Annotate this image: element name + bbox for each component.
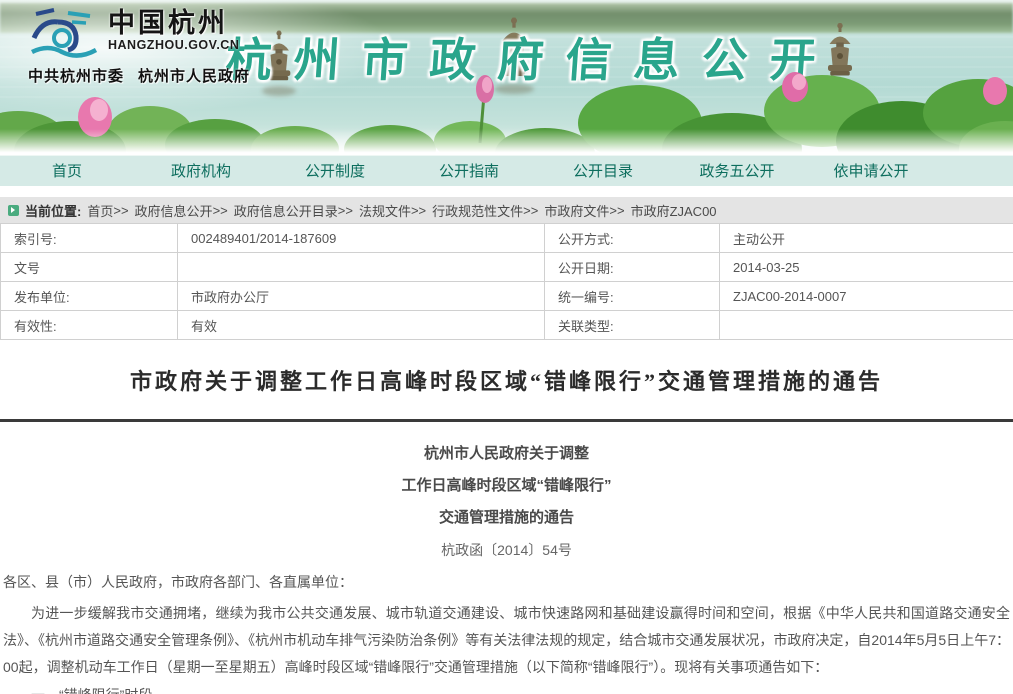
breadcrumb-item-info-disclosure[interactable]: 政府信息公开 xyxy=(135,201,213,220)
breadcrumb-item-current: 市政府ZJAC00 xyxy=(631,201,717,220)
meta-value xyxy=(720,311,1013,340)
meta-label: 统一编号: xyxy=(545,282,720,311)
breadcrumb-separator: >> xyxy=(113,203,128,218)
org-party: 中共杭州市委 xyxy=(28,68,124,85)
breadcrumb-item-city-gov-docs[interactable]: 市政府文件 xyxy=(544,201,609,220)
nav-item-disclosure-guide[interactable]: 公开指南 xyxy=(402,156,536,186)
banner-fade xyxy=(0,129,1013,155)
location-arrow-icon xyxy=(8,205,19,216)
meta-label: 索引号: xyxy=(1,224,178,253)
nav-item-disclosure-on-request[interactable]: 依申请公开 xyxy=(804,156,938,186)
site-banner: 杭州市政府信息公开 xyxy=(0,0,1013,155)
meta-value: 有效 xyxy=(178,311,545,340)
breadcrumb-separator: >> xyxy=(213,203,228,218)
breadcrumb-label: 当前位置: xyxy=(25,201,81,220)
breadcrumb-item-catalog[interactable]: 政府信息公开目录 xyxy=(234,201,338,220)
page-title: 市政府关于调整工作日高峰时段区域“错峰限行”交通管理措施的通告 xyxy=(130,364,883,396)
meta-label: 公开方式: xyxy=(545,224,720,253)
doc-salutation: 各区、县（市）人民政府，市政府各部门、各直属单位： xyxy=(3,569,1010,596)
doc-heading-line: 杭州市人民政府关于调整 xyxy=(3,438,1010,470)
site-url: HANGZHOU.GOV.CN xyxy=(108,38,239,52)
table-row: 文号 公开日期: 2014-03-25 xyxy=(1,253,1013,282)
org-names: 中共杭州市委杭州市人民政府 xyxy=(28,65,328,86)
breadcrumb: 当前位置: 首页>> 政府信息公开>> 政府信息公开目录>> 法规文件>> 行政… xyxy=(0,197,1013,223)
doc-heading-line: 工作日高峰时段区域“错峰限行” xyxy=(3,470,1010,502)
hangzhou-emblem-icon xyxy=(28,8,100,60)
breadcrumb-separator: >> xyxy=(411,203,426,218)
meta-label: 公开日期: xyxy=(545,253,720,282)
doc-section-title: 一、“错峰限行”时段 xyxy=(3,682,1010,694)
meta-label: 关联类型: xyxy=(545,311,720,340)
nav-item-home[interactable]: 首页 xyxy=(0,156,134,186)
doc-paragraph: 为进一步缓解我市交通拥堵，继续为我市公共交通发展、城市轨道交通建设、城市快速路网… xyxy=(3,600,1010,681)
doc-heading-line: 交通管理措施的通告 xyxy=(3,502,1010,534)
breadcrumb-item-regulations[interactable]: 法规文件 xyxy=(359,201,411,220)
meta-label: 文号 xyxy=(1,253,178,282)
doc-number: 杭政函〔2014〕54号 xyxy=(3,536,1010,564)
table-row: 索引号: 002489401/2014-187609 公开方式: 主动公开 xyxy=(1,224,1013,253)
breadcrumb-separator: >> xyxy=(338,203,353,218)
site-name: 中国杭州 xyxy=(108,8,239,38)
meta-label: 有效性: xyxy=(1,311,178,340)
table-row: 有效性: 有效 关联类型: xyxy=(1,311,1013,340)
meta-value xyxy=(178,253,545,282)
breadcrumb-separator: >> xyxy=(609,203,624,218)
nav-item-disclosure-system[interactable]: 公开制度 xyxy=(268,156,402,186)
breadcrumb-item-normative-docs[interactable]: 行政规范性文件 xyxy=(432,201,523,220)
site-logo[interactable]: 中国杭州 HANGZHOU.GOV.CN 中共杭州市委杭州市人民政府 xyxy=(28,8,328,86)
breadcrumb-separator: >> xyxy=(523,203,538,218)
breadcrumb-item-home[interactable]: 首页 xyxy=(87,201,113,220)
page: 杭州市政府信息公开 xyxy=(0,0,1013,694)
nav-item-gov-agencies[interactable]: 政府机构 xyxy=(134,156,268,186)
main-nav: 首页 政府机构 公开制度 公开指南 公开目录 政务五公开 依申请公开 xyxy=(0,155,1013,186)
title-section: 市政府关于调整工作日高峰时段区域“错峰限行”交通管理措施的通告 xyxy=(0,340,1013,419)
meta-value: 市政府办公厅 xyxy=(178,282,545,311)
nav-item-disclosure-catalog[interactable]: 公开目录 xyxy=(536,156,670,186)
document-body: 杭州市人民政府关于调整 工作日高峰时段区域“错峰限行” 交通管理措施的通告 杭政… xyxy=(0,422,1013,694)
meta-value: 2014-03-25 xyxy=(720,253,1013,282)
meta-value: 002489401/2014-187609 xyxy=(178,224,545,253)
table-row: 发布单位: 市政府办公厅 统一编号: ZJAC00-2014-0007 xyxy=(1,282,1013,311)
meta-value: 主动公开 xyxy=(720,224,1013,253)
meta-value: ZJAC00-2014-0007 xyxy=(720,282,1013,311)
document-meta-table: 索引号: 002489401/2014-187609 公开方式: 主动公开 文号… xyxy=(0,223,1013,340)
org-government: 杭州市人民政府 xyxy=(138,68,250,85)
spacer xyxy=(0,186,1013,197)
nav-item-five-disclosures[interactable]: 政务五公开 xyxy=(670,156,804,186)
meta-label: 发布单位: xyxy=(1,282,178,311)
